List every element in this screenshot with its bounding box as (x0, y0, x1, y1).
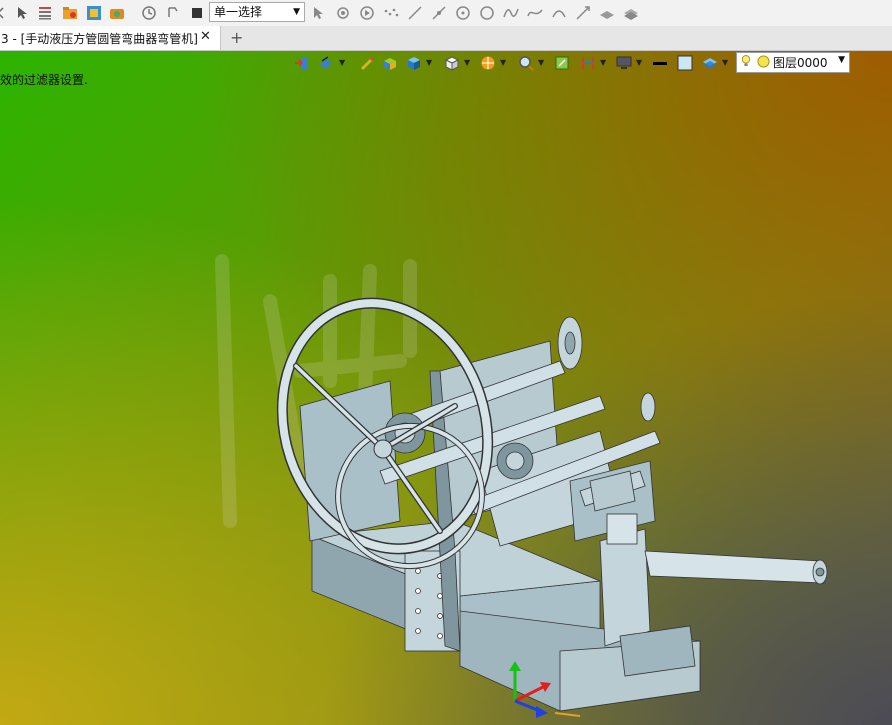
close-icon[interactable]: ✕ (200, 29, 211, 44)
stop-icon[interactable] (188, 4, 206, 22)
spline-icon[interactable] (502, 4, 520, 22)
construct-line-icon[interactable] (574, 4, 592, 22)
history-icon[interactable] (140, 4, 158, 22)
stack-icon[interactable] (622, 4, 640, 22)
select-mode-label: 单一选择 (214, 5, 263, 19)
document-tab-bar: 3 - [手动液压方管圆管弯曲器弯管机] ✕ + (0, 26, 892, 51)
chevron-down-icon: ▼ (293, 7, 300, 17)
hydraulic-jack (589, 470, 828, 677)
chevron-icon[interactable] (0, 4, 10, 22)
new-tab-button[interactable]: + (230, 28, 243, 47)
cube-image-icon[interactable] (85, 4, 103, 22)
pick-icon[interactable] (309, 4, 327, 22)
circle-center-icon[interactable] (454, 4, 472, 22)
snap-icon[interactable] (334, 4, 352, 22)
curve-icon[interactable] (526, 4, 544, 22)
undo-icon[interactable] (164, 4, 182, 22)
select-mode-dropdown[interactable]: 单一选择 ▼ (209, 2, 305, 22)
open-folder-icon[interactable] (61, 4, 79, 22)
play-icon[interactable] (358, 4, 376, 22)
tab-document[interactable]: 3 - [手动液压方管圆管弯曲器弯管机] ✕ (0, 26, 221, 50)
camera-icon[interactable] (108, 4, 126, 22)
points-icon[interactable] (382, 4, 400, 22)
line-icon[interactable] (406, 4, 424, 22)
main-toolbar: 单一选择 ▼ (0, 0, 892, 27)
plane-icon[interactable] (598, 4, 616, 22)
arc-icon[interactable] (550, 4, 568, 22)
arrow-cursor-icon[interactable] (13, 4, 31, 22)
tab-document-title: 3 - [手动液压方管圆管弯曲器弯管机] (1, 31, 198, 46)
line-point-icon[interactable] (430, 4, 448, 22)
circle-icon[interactable] (478, 4, 496, 22)
bender-model[interactable] (0, 51, 892, 725)
3d-viewport[interactable]: 效的过滤器设置. ▼ ▼ ▼ ▼ ▼ ▼ ▼ ▼ 图层0000 ▼ (0, 51, 892, 725)
list-icon[interactable] (36, 4, 54, 22)
